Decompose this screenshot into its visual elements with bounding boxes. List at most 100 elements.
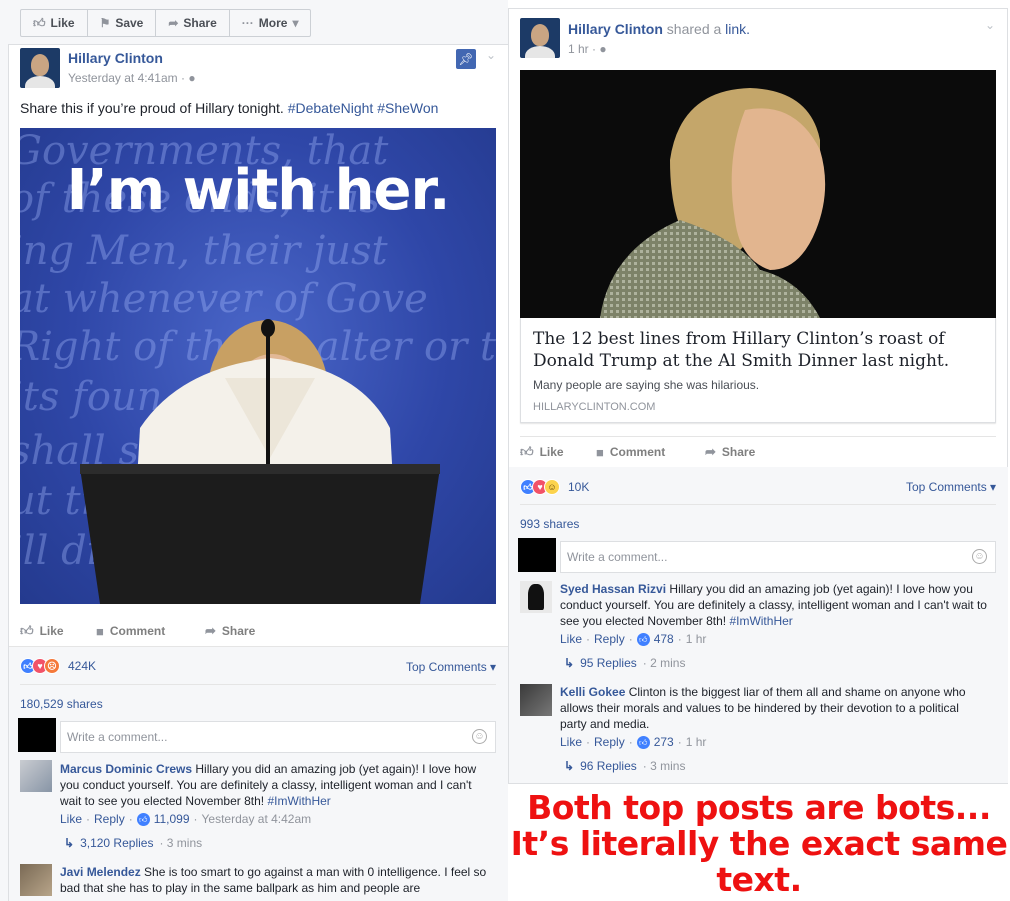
comment-like-link[interactable]: Like (560, 735, 582, 749)
comment-reply-link[interactable]: Reply (594, 632, 625, 646)
comment-author-syed[interactable]: Syed Hassan Rizvi (560, 582, 666, 596)
toolbar-like-button[interactable]: 👍︎ Like (21, 10, 88, 36)
right-author-avatar[interactable] (520, 18, 560, 58)
right-share-button[interactable]: ➦ Share (705, 444, 755, 460)
right-like-button[interactable]: 👍︎ Like (520, 444, 596, 460)
comment-author-javi[interactable]: Javi Melendez (60, 865, 141, 879)
left-reaction-icons: 👍︎ ♥ ☹ (20, 658, 60, 674)
thumbs-up-icon: 👍︎ (20, 623, 34, 638)
left-comment-button[interactable]: ■ Comment (96, 624, 205, 639)
candidate-at-podium-illustration (80, 319, 440, 604)
link-description: Many people are saying she was hilarious… (533, 378, 760, 392)
globe-icon: · ● (588, 42, 607, 56)
comment-time[interactable]: 1 hr (686, 632, 707, 646)
caption-line-1: Both top posts are bots... (527, 788, 991, 827)
comment-author-marcus[interactable]: Marcus Dominic Crews (60, 762, 192, 776)
comment-reply-link[interactable]: Reply (594, 735, 625, 749)
emoji-icon[interactable]: ☺ (472, 729, 487, 744)
left-like-button[interactable]: 👍︎ Like (20, 623, 96, 639)
left-comment-placeholder: Write a comment... (67, 730, 168, 744)
comment-javi: Javi Melendez She is too smart to go aga… (60, 864, 488, 896)
annotation-caption: Both top posts are bots... It’s literall… (508, 790, 1010, 898)
comment-like-count[interactable]: 478 (654, 632, 674, 646)
left-post-body: Share this if you’re proud of Hillary to… (20, 100, 288, 116)
left-post-time-text: Yesterday at 4:41am (68, 71, 178, 85)
ellipsis-icon: ··· (241, 16, 254, 30)
comment-like-count[interactable]: 11,099 (154, 812, 190, 826)
share-arrow-icon: ➦ (205, 623, 216, 638)
thumbs-up-icon: 👍︎ (33, 15, 46, 30)
left-comment-input[interactable]: Write a comment... ☺ (60, 721, 496, 753)
link-domain: HILLARYCLINTON.COM (533, 401, 656, 413)
replies-time: · 2 mins (642, 656, 686, 670)
emoji-icon[interactable]: ☺ (972, 549, 987, 564)
toolbar-more-button[interactable]: ··· More ▾ (230, 10, 311, 36)
commenter-avatar-marcus[interactable] (20, 760, 52, 792)
left-author-avatar[interactable] (20, 48, 60, 88)
toolbar-save-button[interactable]: ⚑ Save (88, 10, 157, 36)
right-link-photo[interactable] (520, 70, 996, 318)
candidate-profile-illustration (600, 88, 826, 318)
pin-icon[interactable]: 📌︎ (456, 49, 476, 69)
like-bubble-icon: 👍︎ (636, 632, 650, 646)
globe-icon: · ● (180, 71, 196, 85)
commenter-avatar-javi[interactable] (20, 864, 52, 896)
toolbar-save-label: Save (115, 16, 144, 30)
hashtag-debatenight[interactable]: #DebateNight (288, 100, 374, 116)
comment-like-link[interactable]: Like (560, 632, 582, 646)
haha-reaction-icon: ☺ (544, 479, 560, 495)
link-title[interactable]: The 12 best lines from Hillary Clinton’s… (533, 328, 983, 372)
comment-time[interactable]: 1 hr (686, 735, 707, 749)
commenter-avatar-kelli[interactable] (520, 684, 552, 716)
right-shares-count[interactable]: 993 shares (520, 517, 579, 531)
toolbar-share-button[interactable]: ➦ Share (156, 10, 230, 36)
left-author-name[interactable]: Hillary Clinton (68, 50, 163, 66)
right-post-actions: 👍︎ Like ■ Comment ➦ Share (520, 437, 755, 467)
bookmark-icon: ⚑ (99, 16, 111, 30)
hashtag-imwithher[interactable]: #ImWithHer (729, 614, 792, 628)
hashtag-imwithher[interactable]: #ImWithHer (267, 794, 330, 808)
left-commenter-avatar (18, 718, 56, 752)
right-reactions-divider (520, 504, 996, 505)
right-top-comments-dropdown[interactable]: Top Comments ▾ (906, 480, 996, 494)
left-comment-label: Comment (109, 624, 166, 638)
right-comment-label: Comment (609, 445, 666, 459)
right-reactions-summary[interactable]: 👍︎ ♥ ☺ 10K (520, 479, 589, 495)
right-author-name[interactable]: Hillary Clinton (568, 21, 663, 37)
share-arrow-icon: ➦ (705, 444, 716, 459)
like-bubble-icon: 👍︎ (636, 735, 650, 749)
left-post-photo[interactable]: Governments, that of these ends, it is i… (20, 128, 496, 604)
left-reactions-divider (20, 684, 496, 685)
comment-replies-syed[interactable]: ↳ 95 Replies · 2 mins (564, 656, 685, 670)
right-post-time[interactable]: 1 hr · ● (568, 42, 607, 56)
left-post-time[interactable]: Yesterday at 4:41am · ● (68, 71, 196, 85)
comment-replies-marcus[interactable]: ↳ 3,120 Replies · 3 mins (64, 836, 202, 850)
right-actions-top-divider (520, 436, 996, 437)
replies-time: · 3 mins (642, 759, 686, 773)
comment-time[interactable]: Yesterday at 4:42am (202, 812, 312, 826)
comment-replies-kelli[interactable]: ↳ 96 Replies · 3 mins (564, 759, 685, 773)
left-top-comments-dropdown[interactable]: Top Comments ▾ (406, 660, 496, 674)
link-preview[interactable]: The 12 best lines from Hillary Clinton’s… (520, 318, 996, 423)
left-post-options-chevron-icon[interactable]: ⌄ (486, 48, 496, 62)
comment-reply-link[interactable]: Reply (94, 812, 125, 826)
caret-down-icon: ▾ (986, 480, 997, 494)
commenter-avatar-syed[interactable] (520, 581, 552, 613)
comment-author-kelli[interactable]: Kelli Gokee (560, 685, 625, 699)
right-comment-input[interactable]: Write a comment... ☺ (560, 541, 996, 573)
reply-arrow-icon: ↳ (564, 759, 575, 773)
right-link-word[interactable]: link. (725, 21, 750, 37)
right-post-options-chevron-icon[interactable]: ⌄ (985, 18, 995, 32)
replies-count: 95 Replies (580, 656, 637, 670)
comment-icon: ■ (96, 623, 104, 639)
angry-reaction-icon: ☹ (44, 658, 60, 674)
left-share-button[interactable]: ➦ Share (205, 623, 255, 639)
hashtag-shewon[interactable]: #SheWon (377, 100, 438, 116)
right-comment-button[interactable]: ■ Comment (596, 445, 705, 460)
caption-line-2: It’s literally the exact same (510, 824, 1008, 863)
left-reactions-summary[interactable]: 👍︎ ♥ ☹ 424K (20, 658, 96, 674)
left-shares-count[interactable]: 180,529 shares (20, 697, 103, 711)
comment-like-link[interactable]: Like (60, 812, 82, 826)
comment-like-count[interactable]: 273 (654, 735, 674, 749)
left-reaction-count: 424K (68, 659, 97, 673)
